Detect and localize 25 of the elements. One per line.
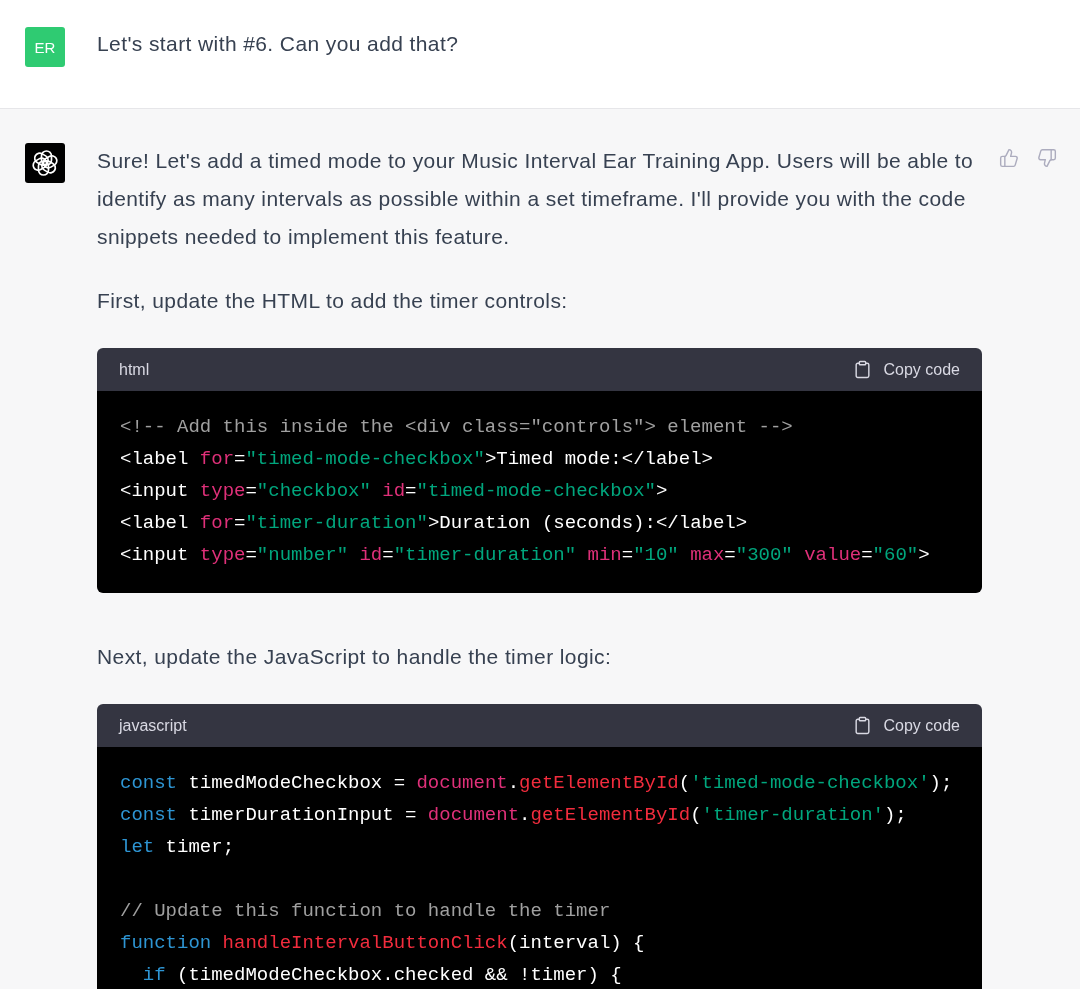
user-avatar: ER: [25, 27, 65, 67]
copy-code-button[interactable]: Copy code: [852, 360, 960, 379]
user-message-text: Let's start with #6. Can you add that?: [97, 31, 459, 57]
clipboard-icon: [852, 716, 872, 735]
code-line: const timedModeCheckbox = document.getElementById('timed-mode-checkbox');: [120, 771, 953, 796]
code-line: <label for="timed-mode-checkbox">Timed mode:</label>: [120, 447, 713, 472]
code-language-label: javascript: [119, 716, 187, 735]
code-line: const timerDurationInput = document.getElementById('timer-duration');: [120, 803, 907, 828]
code-line: <input type="checkbox" id="timed-mode-checkbox">: [120, 479, 668, 504]
code-line: function handleIntervalButtonClick(interval) {: [120, 931, 645, 956]
copy-code-button[interactable]: Copy code: [852, 716, 960, 735]
code-line: <input type="number" id="timer-duration" min="10" max="300" value="60">: [120, 543, 930, 568]
code-line: // Update this function to handle the timer: [120, 899, 611, 924]
message-paragraph: Next, update the JavaScript to handle the timer logic:: [97, 644, 613, 670]
code-line: if (timedModeCheckbox.checked && !timer) {: [141, 963, 622, 988]
message-paragraph: Sure! Let's add a timed mode to your Music Interval Ear Training App. Users will be able to identify as many intervals as possible within a set timeframe. I'll provide you with the code snippets needed to implement this feature.: [97, 148, 975, 250]
code-line: <label for="timer-duration">Duration (seconds):</label>: [120, 511, 748, 536]
code-line: let timer;: [120, 835, 235, 860]
code-language-label: html: [119, 360, 150, 379]
message-paragraph: First, update the HTML to add the timer controls:: [97, 288, 569, 314]
thumbs-down-icon[interactable]: [1037, 148, 1057, 168]
avatar-logo-icon: [25, 143, 65, 183]
thumbs-up-icon[interactable]: [999, 148, 1019, 168]
code-line: <!-- Add this inside the <div class="controls"> element -->: [120, 415, 793, 440]
clipboard-icon: [852, 360, 872, 379]
